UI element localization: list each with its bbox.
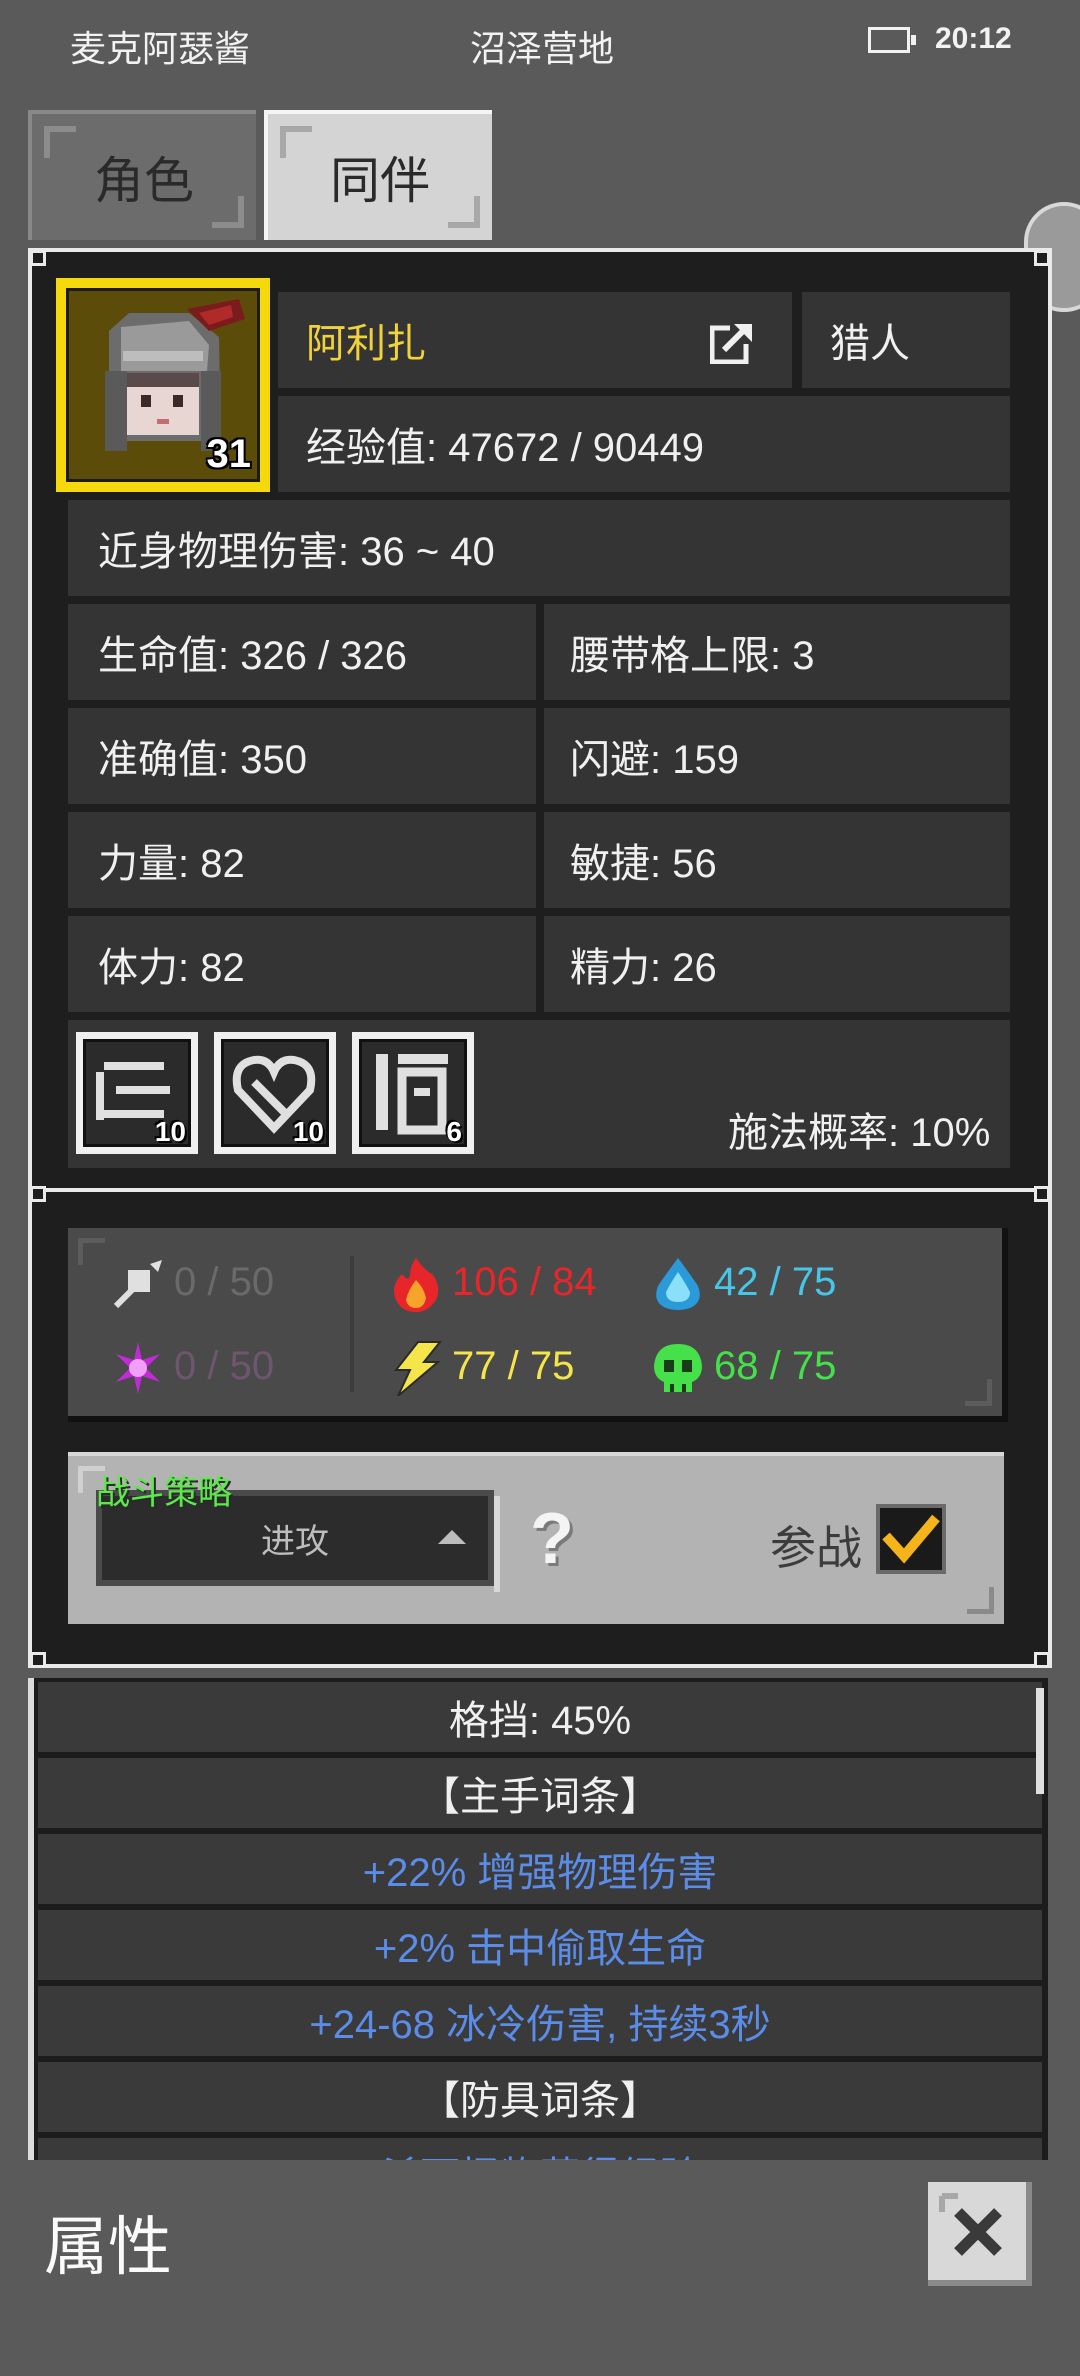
- exp-cell: 经验值: 47672 / 90449: [278, 396, 1010, 492]
- dodge-value: 闪避: 159: [570, 738, 739, 782]
- belt-cell: 腰带格上限: 3: [544, 604, 1010, 700]
- battery-icon: [868, 27, 916, 53]
- name-cell: 阿利扎: [278, 292, 792, 388]
- skill-slot-2[interactable]: 10: [214, 1032, 336, 1154]
- join-battle-checkbox[interactable]: [876, 1504, 946, 1574]
- strategy-label: 战斗策略: [96, 1474, 232, 1512]
- magic-resist-value: 0 / 50: [174, 1344, 275, 1388]
- hp-cell: 生命值: 326 / 326: [68, 604, 536, 700]
- strength-cell: 力量: 82: [68, 812, 536, 908]
- list-item: +24-68 冰冷伤害, 持续3秒: [38, 1986, 1042, 2056]
- rename-icon[interactable]: [710, 320, 754, 364]
- physical-resist-icon: [113, 1260, 162, 1309]
- frame-pin: [30, 250, 46, 266]
- list-item: 格挡: 45%: [38, 1682, 1042, 1752]
- hp-value: 生命值: 326 / 326: [98, 634, 408, 678]
- tab-companion-label: 同伴: [330, 153, 430, 209]
- experience-value: 经验值: 47672 / 90449: [306, 426, 705, 470]
- list-item: +2% 击中偷取生命: [38, 1910, 1042, 1980]
- skill-count: 10: [154, 1116, 186, 1147]
- list-item: 杀死怪物获得经验: [38, 2138, 1042, 2160]
- list-item: 【防具词条】: [38, 2062, 1042, 2132]
- join-battle-label: 参战: [770, 1522, 862, 1574]
- character-class: 猎人: [830, 322, 910, 366]
- frame-pin: [30, 1186, 46, 1202]
- strength-value: 力量: 82: [98, 842, 245, 886]
- select-shadow: [494, 1496, 500, 1592]
- energy-value: 精力: 26: [570, 946, 717, 990]
- page-title: 属性: [44, 2211, 172, 2283]
- tab-companion[interactable]: 同伴: [264, 110, 492, 240]
- clock: 20:12: [935, 22, 1012, 55]
- melee-damage-cell: 近身物理伤害: 36 ~ 40: [68, 500, 1010, 596]
- class-cell: 猎人: [802, 292, 1010, 388]
- list-item: 【主手词条】: [38, 1758, 1042, 1828]
- player-name-status: 麦克阿瑟酱: [70, 28, 251, 69]
- cold-resist-value: 42 / 75: [714, 1260, 837, 1304]
- cast-chance: 施法概率: 10%: [728, 1111, 991, 1155]
- strategy-selected: 进攻: [261, 1522, 329, 1561]
- poison-resist-value: 68 / 75: [714, 1344, 837, 1388]
- help-icon[interactable]: ?: [530, 1498, 574, 1580]
- skill-count: 6: [446, 1116, 462, 1147]
- belt-capacity: 腰带格上限: 3: [570, 634, 815, 678]
- chevron-up-icon: [438, 1530, 466, 1544]
- character-portrait[interactable]: 31: [56, 278, 270, 492]
- tab-character[interactable]: 角色: [28, 110, 256, 240]
- frame-pin: [1034, 250, 1050, 266]
- check-icon: [882, 1514, 940, 1564]
- skill-count: 10: [292, 1116, 324, 1147]
- frame-pin: [1034, 1186, 1050, 1202]
- fire-resist-value: 106 / 84: [452, 1260, 597, 1304]
- location-label: 沼泽营地: [470, 28, 615, 69]
- melee-damage: 近身物理伤害: 36 ~ 40: [98, 530, 495, 574]
- lightning-resist-value: 77 / 75: [452, 1344, 575, 1388]
- energy-cell: 精力: 26: [544, 916, 1010, 1012]
- frame-pin: [1034, 1652, 1050, 1668]
- list-item: +22% 增强物理伤害: [38, 1834, 1042, 1904]
- character-name: 阿利扎: [306, 322, 426, 366]
- skill-slot-3[interactable]: 6: [352, 1032, 474, 1154]
- close-icon: [939, 2193, 1002, 2256]
- list-scrollbar[interactable]: [1036, 1688, 1044, 1794]
- level-badge: 31: [206, 432, 252, 476]
- physical-resist-value: 0 / 50: [174, 1260, 275, 1304]
- attribute-list[interactable]: 格挡: 45% 【主手词条】 +22% 增强物理伤害 +2% 击中偷取生命 +2…: [28, 1678, 1048, 2160]
- status-bar: 麦克阿瑟酱 沼泽营地 20:12: [0, 0, 1080, 90]
- resistance-panel: [68, 1228, 1008, 1422]
- accuracy-cell: 准确值: 350: [68, 708, 536, 804]
- stamina-cell: 体力: 82: [68, 916, 536, 1012]
- poison-resist-icon: [654, 1344, 702, 1392]
- skill-slot-1[interactable]: 10: [76, 1032, 198, 1154]
- agility-value: 敏捷: 56: [570, 842, 717, 886]
- fire-resist-icon: [394, 1258, 439, 1312]
- dodge-cell: 闪避: 159: [544, 708, 1010, 804]
- magic-resist-icon: [116, 1342, 160, 1394]
- tab-character-label: 角色: [94, 153, 194, 209]
- close-button[interactable]: [928, 2182, 1032, 2286]
- lightning-resist-icon: [393, 1341, 443, 1396]
- agility-cell: 敏捷: 56: [544, 812, 1010, 908]
- accuracy-value: 准确值: 350: [98, 738, 307, 782]
- cold-resist-icon: [656, 1258, 700, 1310]
- stamina-value: 体力: 82: [98, 946, 245, 990]
- frame-pin: [30, 1652, 46, 1668]
